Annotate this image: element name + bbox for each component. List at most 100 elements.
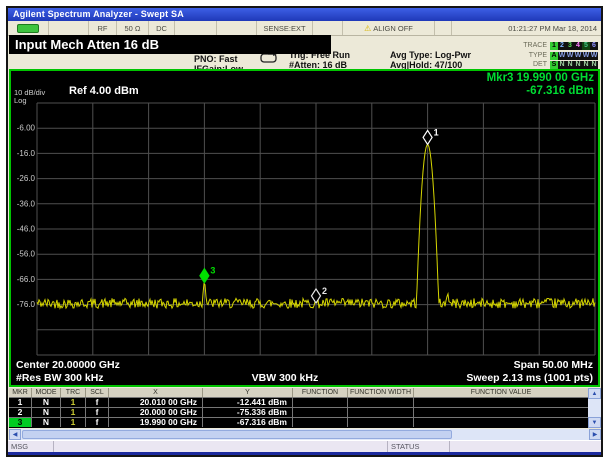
table-cell <box>292 418 347 427</box>
y-axis-label: -76.0 <box>17 300 36 309</box>
status-rf: RF <box>88 21 116 35</box>
y-axis-label: -26.0 <box>17 174 36 183</box>
marker-readout: Mkr3 19.990 00 GHz -67.316 dBm <box>487 72 594 98</box>
table-cell: f <box>85 408 108 417</box>
marker-1-diamond[interactable] <box>423 130 432 144</box>
column-header: FUNCTION VALUE <box>413 388 588 397</box>
legend-cell: 4 <box>574 42 582 50</box>
status-sense: SENSE:EXT <box>256 21 312 35</box>
message-status-bar: MSG STATUS <box>8 440 601 452</box>
y-axis-label: -66.0 <box>17 275 36 284</box>
legend-row: TYPEAWWWWW <box>523 52 598 61</box>
legend-cell: W <box>566 52 574 60</box>
legend-cell: W <box>590 52 598 60</box>
legend-cell: 5 <box>582 42 590 50</box>
span-label: Span 50.00 MHz <box>514 359 593 372</box>
status-coupling: DC <box>148 21 174 35</box>
table-cell: 2 <box>9 408 31 417</box>
legend-cell: W <box>574 52 582 60</box>
scroll-right-button[interactable]: ▶ <box>589 429 601 440</box>
table-cell: 1 <box>9 398 31 407</box>
marker-table-row[interactable]: 2N1f20.000 00 GHz-75.336 dBm <box>9 407 588 417</box>
legend-cell: 6 <box>590 42 598 50</box>
marker-2-diamond[interactable] <box>312 289 321 303</box>
marker-table-horizontal-scrollbar[interactable]: ◀ ▶ <box>9 429 601 440</box>
y-axis-label: -16.0 <box>17 149 36 158</box>
msg-label: MSG <box>8 441 54 452</box>
marker-2-label: 2 <box>322 286 327 296</box>
table-cell: 19.990 00 GHz <box>108 418 202 427</box>
column-header: TRC <box>60 388 85 397</box>
table-cell: N <box>31 418 60 427</box>
table-cell <box>292 408 347 417</box>
table-cell: -12.441 dBm <box>202 398 292 407</box>
column-header: FUNCTION WIDTH <box>347 388 413 397</box>
trace-legend: TRACE123456TYPEAWWWWWDETSNNNNN <box>523 42 598 71</box>
marker-table-header: MKRMODETRCSCLXYFUNCTIONFUNCTION WIDTHFUN… <box>9 388 588 397</box>
legend-cell: W <box>558 52 566 60</box>
marker-table-vertical-scrollbar[interactable]: ▲ ▼ <box>588 388 601 428</box>
pno-label: PNO: Fast <box>194 54 243 64</box>
column-header: MKR <box>9 388 31 397</box>
status-blank-2 <box>174 21 216 35</box>
marker-readout-ampl: -67.316 dBm <box>487 85 594 98</box>
sweep-time-label: Sweep 2.13 ms (1001 pts) <box>466 372 593 385</box>
scroll-down-button[interactable]: ▼ <box>588 417 601 428</box>
msg-blank <box>54 441 388 452</box>
table-cell: 20.010 00 GHz <box>108 398 202 407</box>
table-cell: 3 <box>9 418 31 427</box>
legend-cell: 3 <box>566 42 574 50</box>
average-block: Avg Type: Log-Pwr Avg|Hold: 47/100 <box>390 50 471 70</box>
table-cell: 1 <box>60 418 85 427</box>
sweep-annotations: Center 20.00000 GHz Span 50.00 MHz #Res … <box>11 359 598 385</box>
res-bw-label: #Res BW 300 kHz <box>16 372 104 385</box>
table-cell <box>413 398 588 407</box>
marker-readout-freq: Mkr3 19.990 00 GHz <box>487 72 594 85</box>
horizontal-scroll-thumb[interactable] <box>22 430 452 439</box>
legend-cell: W <box>582 52 590 60</box>
marker-table-row[interactable]: 3N1f19.990 00 GHz-67.316 dBm <box>9 417 588 427</box>
status-align: ⚠ ALIGN OFF <box>342 21 434 35</box>
status-blank <box>450 441 601 452</box>
table-cell: -75.336 dBm <box>202 408 292 417</box>
legend-row-label: TYPE <box>529 52 547 61</box>
table-cell: f <box>85 418 108 427</box>
window-titlebar[interactable]: Agilent Spectrum Analyzer - Swept SA <box>8 8 601 21</box>
status-impedance: 50 Ω <box>116 21 148 35</box>
scroll-up-button[interactable]: ▲ <box>588 388 601 399</box>
ref-level-label: Ref 4.00 dBm <box>69 85 139 97</box>
marker-table[interactable]: MKRMODETRCSCLXYFUNCTIONFUNCTION WIDTHFUN… <box>9 388 588 428</box>
marker-table-row[interactable]: 1N1f20.010 00 GHz-12.441 dBm <box>9 397 588 407</box>
center-freq-label: Center 20.00000 GHz <box>16 359 120 372</box>
table-cell: f <box>85 398 108 407</box>
column-header: Y <box>202 388 292 397</box>
column-header: X <box>108 388 202 397</box>
lan-status-segment <box>8 21 48 35</box>
status-label: STATUS <box>388 441 450 452</box>
legend-row-label: TRACE <box>523 42 547 51</box>
column-header: SCL <box>85 388 108 397</box>
legend-cell: 2 <box>558 42 566 50</box>
marker-3-diamond[interactable] <box>200 269 209 283</box>
table-cell <box>347 398 413 407</box>
warning-icon: ⚠ <box>364 24 371 33</box>
y-axis-label: -6.00 <box>17 124 36 133</box>
scroll-left-button[interactable]: ◀ <box>9 429 21 440</box>
status-blank-4 <box>312 21 342 35</box>
status-blank-5 <box>434 21 451 35</box>
table-cell: 20.000 00 GHz <box>108 408 202 417</box>
legend-cell: 1 <box>550 42 558 50</box>
lan-status-icon <box>17 24 39 33</box>
bottom-accent-strip <box>8 452 601 456</box>
legend-row: TRACE123456 <box>523 42 598 51</box>
y-axis-label: -56.0 <box>17 250 36 259</box>
align-off-label: ALIGN OFF <box>373 24 413 33</box>
instrument-status-bar: RF 50 Ω DC SENSE:EXT ⚠ ALIGN OFF 01:21:2… <box>8 21 601 36</box>
table-cell <box>347 418 413 427</box>
vbw-label: VBW 300 kHz <box>252 372 319 385</box>
legend-cell: A <box>550 52 558 60</box>
y-axis-label: -46.0 <box>17 225 36 234</box>
table-cell <box>292 398 347 407</box>
y-axis-label: -36.0 <box>17 199 36 208</box>
window-title: Agilent Spectrum Analyzer - Swept SA <box>13 9 184 19</box>
